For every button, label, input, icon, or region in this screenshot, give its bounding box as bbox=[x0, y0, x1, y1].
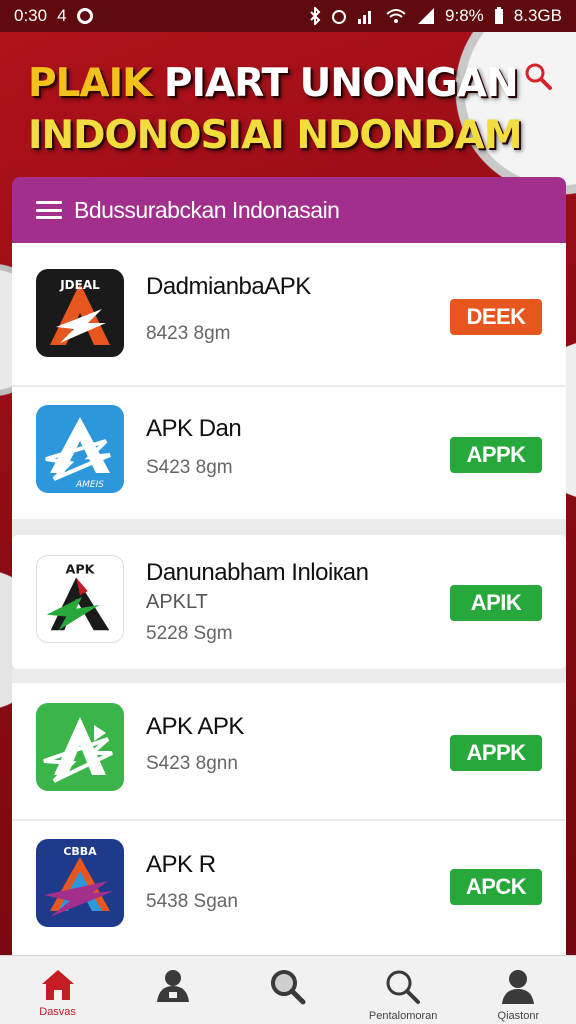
app-meta-5: 5438 Sgan bbox=[146, 891, 238, 912]
status-battery-text: 9:8% bbox=[445, 6, 484, 25]
app-sub-3: APKLT bbox=[146, 591, 208, 613]
battery-icon bbox=[494, 7, 503, 24]
app-icon-1-text: JDEAL bbox=[59, 278, 100, 292]
app-icon-4 bbox=[36, 703, 124, 791]
app-meta-4: S423 8gnn bbox=[146, 753, 238, 774]
app-action-button-5[interactable]: APCK bbox=[450, 869, 542, 905]
nav-label-home: Dasvas bbox=[39, 1006, 76, 1018]
app-card-4[interactable]: APK APK S423 8gnn APPK bbox=[12, 683, 566, 819]
bottom-nav: Dasvas Pentalomoran Qiastonr bbox=[0, 955, 576, 1024]
status-bar: 0:30 4 9:8% 8.3GB bbox=[0, 0, 576, 32]
nav-label-explore: Pentalomoran bbox=[368, 1010, 438, 1022]
status-record-icon bbox=[76, 8, 93, 24]
search-icon bbox=[270, 970, 306, 1005]
nav-item-profile[interactable]: Qiastonr bbox=[468, 968, 568, 1022]
app-icon-3: APK bbox=[36, 555, 124, 643]
status-storage: 8.3GB bbox=[513, 6, 562, 25]
search-button[interactable] bbox=[520, 58, 556, 94]
hero-title: PLAIK PIART UNONGAN INDONOSIAI NDONDAM bbox=[28, 58, 523, 162]
hero-title-line-1-rest: PIART UNONGAN bbox=[151, 61, 519, 106]
app-meta-1: 8423 8gm bbox=[146, 323, 231, 344]
app-name-1: DadmianbaAPK bbox=[146, 273, 311, 300]
app-action-button-2[interactable]: APPK bbox=[450, 437, 542, 473]
app-meta-3: 5228 Sgm bbox=[146, 623, 233, 644]
search-icon bbox=[525, 63, 552, 90]
hero-title-highlight: PLAIK bbox=[28, 61, 152, 106]
status-time: 0:30 bbox=[14, 6, 48, 25]
app-icon-3-text: APK bbox=[66, 562, 96, 577]
nav-item-user-folder[interactable] bbox=[123, 968, 223, 1008]
hero-title-line-2: INDONOSIAI NDONDAM bbox=[28, 113, 523, 158]
app-icon-1: JDEAL bbox=[36, 269, 124, 357]
nav-item-search[interactable] bbox=[238, 968, 338, 1010]
category-bar[interactable]: Bdussurabckan Indonasain bbox=[12, 177, 566, 243]
app-card-5[interactable]: CBBA APK R 5438 Sgan APCK bbox=[12, 821, 566, 955]
app-card-1[interactable]: JDEAL DadmianbaAPK 8423 8gm DEEK bbox=[12, 243, 566, 385]
app-action-button-4[interactable]: APPK bbox=[450, 735, 542, 771]
app-icon-2: AMEIS bbox=[36, 405, 124, 493]
status-extra: 4 bbox=[57, 6, 67, 25]
hero-title-line-1: PLAIK PIART UNONGAN bbox=[28, 58, 519, 110]
app-icon-5: CBBA bbox=[36, 839, 124, 927]
app-name-4: APK APK bbox=[146, 713, 244, 740]
alarm-icon bbox=[332, 10, 347, 24]
app-name-5: APK R bbox=[146, 851, 216, 878]
home-icon bbox=[41, 970, 74, 1000]
bluetooth-icon bbox=[310, 7, 321, 25]
user-folder-icon bbox=[156, 970, 189, 1002]
category-label: Bdussurabckan Indonasain bbox=[74, 196, 340, 223]
app-icon-2-text: AMEIS bbox=[75, 480, 104, 490]
cell-signal-icon bbox=[418, 8, 435, 24]
nav-item-home[interactable]: Dasvas bbox=[8, 968, 108, 1018]
profile-icon bbox=[502, 970, 535, 1004]
app-name-3: Danunabham Inloiкan bbox=[146, 559, 369, 586]
menu-icon[interactable] bbox=[36, 201, 62, 219]
nav-label-profile: Qiastonr bbox=[497, 1010, 540, 1022]
app-action-button-3[interactable]: APIK bbox=[450, 585, 542, 621]
app-action-button-1[interactable]: DEEK bbox=[450, 299, 542, 335]
app-card-3[interactable]: APK Danunabham Inloiкan APKLT 5228 Sgm A… bbox=[12, 535, 566, 669]
app-list: JDEAL DadmianbaAPK 8423 8gm DEEK AMEIS A… bbox=[12, 243, 566, 955]
search-alt-icon bbox=[386, 970, 421, 1004]
app-meta-2: S423 8gm bbox=[146, 457, 233, 478]
app-icon-5-text: CBBA bbox=[63, 845, 97, 858]
wifi-icon bbox=[386, 9, 406, 23]
app-card-2[interactable]: AMEIS APK Dan S423 8gm APPK bbox=[12, 387, 566, 519]
signal-bars-icon bbox=[358, 11, 372, 24]
nav-item-explore[interactable]: Pentalomoran bbox=[353, 968, 453, 1022]
app-name-2: APK Dan bbox=[146, 415, 242, 442]
